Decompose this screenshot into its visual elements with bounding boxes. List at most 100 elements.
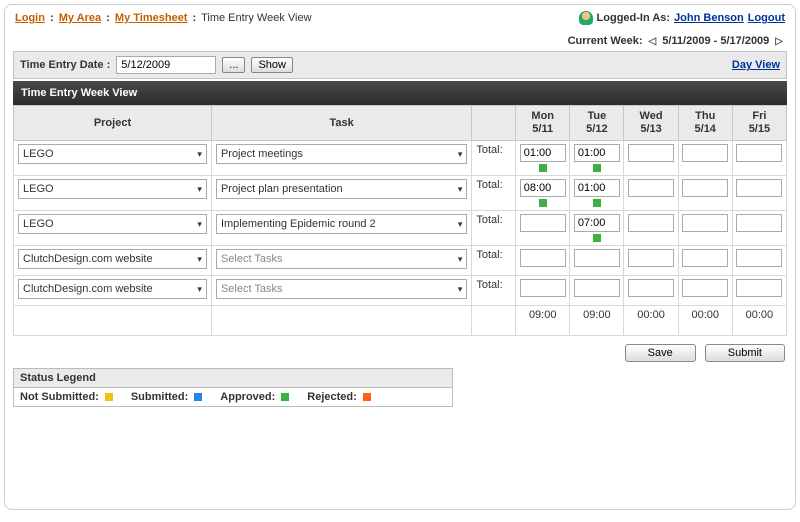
time-input[interactable] xyxy=(682,279,728,297)
time-input[interactable] xyxy=(628,279,674,297)
current-week-bar: Current Week: ◁ 5/11/2009 - 5/17/2009 ▷ xyxy=(13,29,787,51)
time-input[interactable] xyxy=(682,249,728,267)
header-task: Task xyxy=(211,106,471,141)
chevron-down-icon: ▾ xyxy=(197,254,202,265)
header-project: Project xyxy=(14,106,212,141)
day-view-link[interactable]: Day View xyxy=(732,59,780,71)
date-entry-label: Time Entry Date : xyxy=(20,59,110,71)
time-input[interactable] xyxy=(628,144,674,162)
project-dropdown[interactable]: ClutchDesign.com website▾ xyxy=(18,279,207,299)
time-input[interactable] xyxy=(520,144,566,162)
chevron-down-icon: ▾ xyxy=(197,184,202,195)
breadcrumb-my-area[interactable]: My Area xyxy=(59,12,101,24)
status-indicator xyxy=(593,199,601,207)
project-dropdown[interactable]: ClutchDesign.com website▾ xyxy=(18,249,207,269)
legend-not-submitted-swatch xyxy=(105,393,113,401)
time-input[interactable] xyxy=(682,144,728,162)
time-input[interactable] xyxy=(574,279,620,297)
col-total-1: 09:00 xyxy=(570,306,624,336)
legend-rejected-swatch xyxy=(363,393,371,401)
row-total-label: Total: xyxy=(472,211,516,246)
row-total-label: Total: xyxy=(472,246,516,276)
chevron-down-icon: ▾ xyxy=(197,284,202,295)
header-day-2: Wed5/13 xyxy=(624,106,678,141)
chevron-down-icon: ▾ xyxy=(197,149,202,160)
timesheet-table: Project Task Mon5/11 Tue5/12 Wed5/13 Thu… xyxy=(13,105,787,336)
button-row: Save Submit xyxy=(13,336,787,368)
time-input[interactable] xyxy=(520,249,566,267)
column-totals-row: 09:00 09:00 00:00 00:00 00:00 xyxy=(14,306,787,336)
page-title: Time Entry Week View xyxy=(13,81,787,105)
time-input[interactable] xyxy=(574,144,620,162)
task-dropdown[interactable]: Project plan presentation▾ xyxy=(216,179,467,199)
time-input[interactable] xyxy=(628,249,674,267)
date-bar: Time Entry Date : ... Show Day View xyxy=(13,51,787,79)
table-row: LEGO▾ Implementing Epidemic round 2▾Total… xyxy=(14,211,787,246)
status-indicator xyxy=(593,234,601,242)
project-dropdown[interactable]: LEGO▾ xyxy=(18,179,207,199)
time-input[interactable] xyxy=(520,279,566,297)
time-input[interactable] xyxy=(520,179,566,197)
col-total-4: 00:00 xyxy=(732,306,786,336)
time-input[interactable] xyxy=(574,179,620,197)
legend-submitted-swatch xyxy=(194,393,202,401)
time-input[interactable] xyxy=(628,179,674,197)
time-input[interactable] xyxy=(628,214,674,232)
col-total-2: 00:00 xyxy=(624,306,678,336)
date-browse-button[interactable]: ... xyxy=(222,57,245,73)
header-total-spacer xyxy=(472,106,516,141)
legend-approved-swatch xyxy=(281,393,289,401)
header-day-0: Mon5/11 xyxy=(516,106,570,141)
time-input[interactable] xyxy=(736,179,782,197)
prev-week-icon[interactable]: ◁ xyxy=(649,36,657,47)
submit-button[interactable]: Submit xyxy=(705,344,785,362)
col-total-0: 09:00 xyxy=(516,306,570,336)
next-week-icon[interactable]: ▷ xyxy=(775,36,783,47)
chevron-down-icon: ▾ xyxy=(458,219,463,230)
time-input[interactable] xyxy=(682,179,728,197)
table-row: ClutchDesign.com website▾ Select Tasks▾To… xyxy=(14,246,787,276)
chevron-down-icon: ▾ xyxy=(458,149,463,160)
time-input[interactable] xyxy=(736,249,782,267)
task-dropdown[interactable]: Project meetings▾ xyxy=(216,144,467,164)
legend-rejected-label: Rejected: xyxy=(307,391,357,403)
project-dropdown[interactable]: LEGO▾ xyxy=(18,144,207,164)
time-input[interactable] xyxy=(682,214,728,232)
user-info: Logged-In As: John Benson Logout xyxy=(579,11,785,25)
header-day-4: Fri5/15 xyxy=(732,106,786,141)
time-input[interactable] xyxy=(736,214,782,232)
header-day-3: Thu5/14 xyxy=(678,106,732,141)
legend-submitted-label: Submitted: xyxy=(131,391,188,403)
show-button[interactable]: Show xyxy=(251,57,293,73)
row-total-label: Total: xyxy=(472,176,516,211)
user-name-link[interactable]: John Benson xyxy=(674,12,744,24)
legend-title: Status Legend xyxy=(14,369,452,388)
date-entry-input[interactable] xyxy=(116,56,216,74)
breadcrumb-login[interactable]: Login xyxy=(15,12,45,24)
current-week-label: Current Week: xyxy=(568,35,643,47)
table-row: LEGO▾ Project plan presentation▾Total: xyxy=(14,176,787,211)
time-input[interactable] xyxy=(574,214,620,232)
project-dropdown[interactable]: LEGO▾ xyxy=(18,214,207,234)
row-total-label: Total: xyxy=(472,141,516,176)
task-dropdown[interactable]: Select Tasks▾ xyxy=(216,249,467,269)
header-day-1: Tue5/12 xyxy=(570,106,624,141)
current-week-range: 5/11/2009 - 5/17/2009 xyxy=(662,35,769,47)
top-bar: Login : My Area : My Timesheet : Time En… xyxy=(13,9,787,29)
breadcrumb-my-timesheet[interactable]: My Timesheet xyxy=(115,12,188,24)
task-dropdown[interactable]: Select Tasks▾ xyxy=(216,279,467,299)
status-indicator xyxy=(539,164,547,172)
col-total-3: 00:00 xyxy=(678,306,732,336)
chevron-down-icon: ▾ xyxy=(458,254,463,265)
save-button[interactable]: Save xyxy=(625,344,696,362)
time-input[interactable] xyxy=(736,279,782,297)
status-indicator xyxy=(539,199,547,207)
logout-link[interactable]: Logout xyxy=(748,12,785,24)
time-input[interactable] xyxy=(574,249,620,267)
task-dropdown[interactable]: Implementing Epidemic round 2▾ xyxy=(216,214,467,234)
time-input[interactable] xyxy=(520,214,566,232)
chevron-down-icon: ▾ xyxy=(458,184,463,195)
time-input[interactable] xyxy=(736,144,782,162)
user-icon xyxy=(579,11,593,25)
row-total-label: Total: xyxy=(472,276,516,306)
